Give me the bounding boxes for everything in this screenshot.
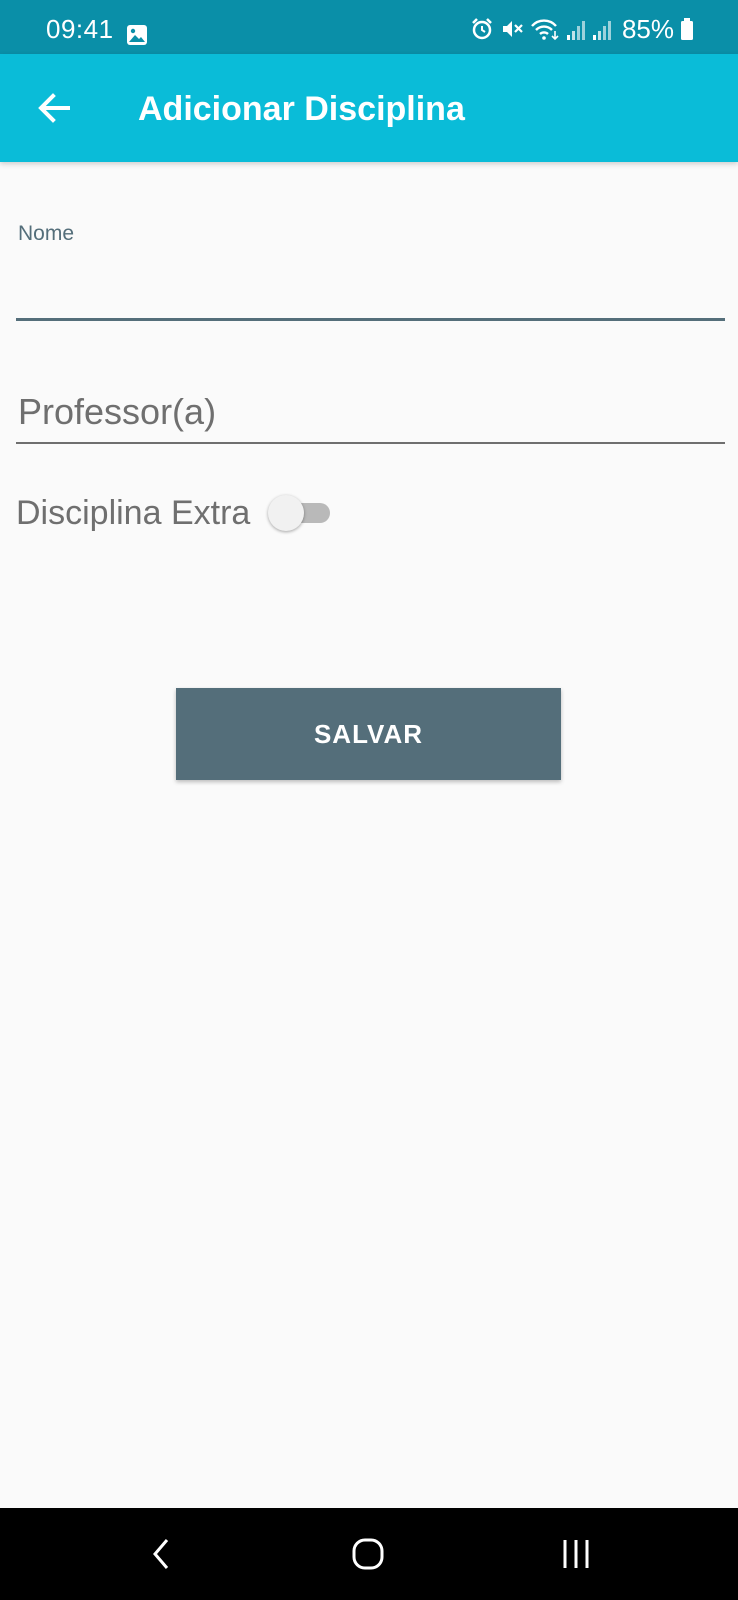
signal-icon (566, 21, 585, 40)
nav-home-icon (352, 1538, 384, 1570)
nome-label: Nome (18, 222, 75, 245)
disciplina-extra-label: Disciplina Extra (16, 493, 251, 532)
signal-icon (592, 21, 611, 40)
mute-icon (502, 21, 523, 37)
battery-percentage: 85% (621, 14, 674, 44)
disciplina-extra-row: Disciplina Extra (16, 490, 332, 536)
page-title: Adicionar Disciplina (138, 90, 465, 128)
professor-input[interactable] (16, 382, 725, 444)
nav-recents-icon (563, 1540, 589, 1568)
app-bar: Adicionar Disciplina (0, 54, 738, 162)
gallery-icon (127, 25, 147, 45)
status-icons: 85% (470, 14, 694, 44)
arrow-back-icon (38, 93, 70, 123)
battery-icon (681, 18, 693, 40)
switch-thumb (268, 495, 305, 531)
alarm-icon (472, 18, 492, 40)
disciplina-extra-switch[interactable] (268, 493, 332, 533)
back-button[interactable] (24, 78, 84, 138)
nav-home-button[interactable] (336, 1522, 400, 1586)
nome-input[interactable] (16, 260, 725, 321)
nav-back-icon (153, 1539, 169, 1569)
save-button[interactable]: SALVAR (176, 688, 561, 780)
status-bar: 09:41 85% (0, 0, 738, 54)
status-time: 09:41 (46, 14, 114, 44)
nav-back-button[interactable] (130, 1522, 194, 1586)
navigation-bar (0, 1508, 738, 1600)
wifi-icon (531, 19, 559, 41)
nav-recents-button[interactable] (544, 1522, 608, 1586)
